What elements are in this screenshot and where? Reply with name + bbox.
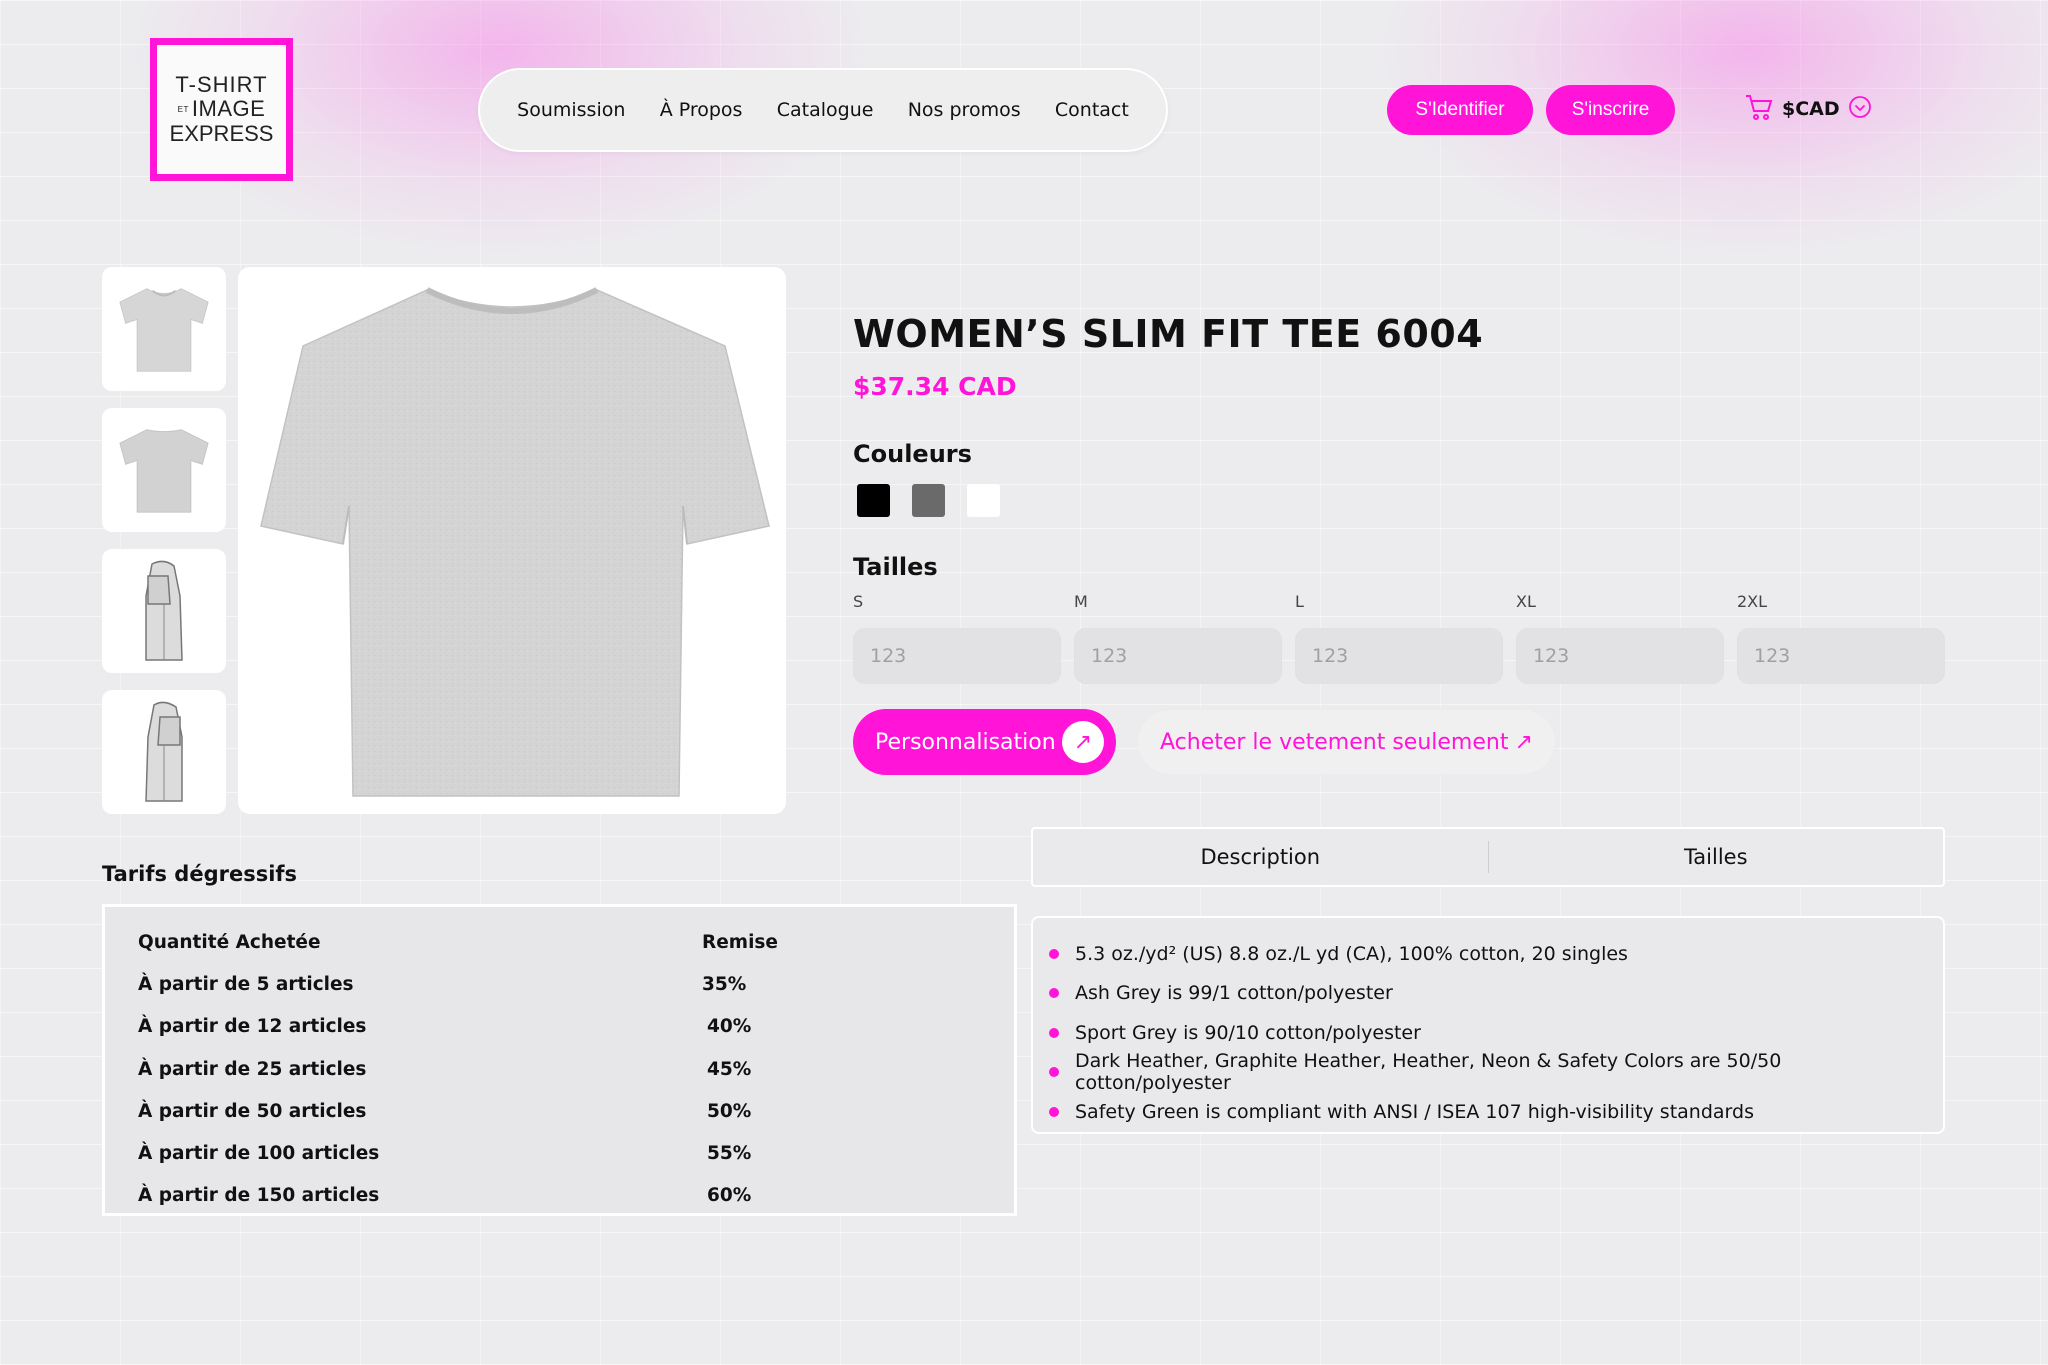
pricing-discount-cell: 55% [707,1143,752,1165]
thumbnail-side-right[interactable] [102,690,226,814]
pricing-quantity-cell: À partir de 150 articles [138,1185,380,1207]
description-text: Ash Grey is 99/1 cotton/polyester [1075,982,1393,1005]
description-panel: 5.3 oz./yd² (US) 8.8 oz./L yd (CA), 100%… [1031,916,1945,1134]
description-text: 5.3 oz./yd² (US) 8.8 oz./L yd (CA), 100%… [1075,942,1628,965]
bullet-dot-icon [1049,988,1059,999]
pricing-quantity-cell: À partir de 5 articles [138,973,354,995]
personalize-button-label: Personnalisation [875,729,1056,755]
tshirt-back-thumb-icon [119,429,209,513]
pricing-discount-cell: 50% [707,1100,752,1122]
table-row: À partir de 150 articles 60% [138,1175,1014,1217]
description-item: Sport Grey is 90/10 cotton/polyester [1049,1013,1927,1053]
description-item: Dark Heather, Graphite Heather, Heather,… [1049,1050,1927,1095]
nav-item-soumission[interactable]: Soumission [517,99,625,121]
logo-line-3: EXPRESS [169,120,274,146]
bullet-dot-icon [1049,1067,1059,1078]
description-item: Ash Grey is 99/1 cotton/polyester [1049,974,1927,1014]
nav-item-contact[interactable]: Contact [1055,99,1129,121]
pricing-title: Tarifs dégressifs [102,862,298,886]
arrow-up-right-icon: ↗ [1062,721,1104,763]
color-swatch-grey[interactable] [912,484,945,517]
login-button[interactable]: S'Identifier [1387,85,1533,135]
table-row: À partir de 12 articles 40% [138,1006,1014,1048]
size-field-s: S [853,592,1061,684]
pricing-quantity-cell: À partir de 12 articles [138,1016,367,1038]
size-label-s: S [853,592,864,611]
table-row: À partir de 100 articles 55% [138,1132,1014,1174]
tshirt-side-right-thumb-icon [145,701,183,802]
pricing-discount-cell: 60% [707,1185,752,1207]
description-text: Safety Green is compliant with ANSI / IS… [1075,1100,1754,1123]
size-quantity-input-2xl[interactable] [1737,628,1945,684]
size-quantity-input-xl[interactable] [1516,628,1724,684]
colors-label: Couleurs [853,440,972,468]
tshirt-side-thumb-icon [145,560,183,661]
buy-garment-only-label: Acheter le vetement seulement [1160,729,1509,755]
product-title: WOMEN’S SLIM FIT TEE 6004 [853,312,1484,356]
pricing-header-row: Quantité Achetée Remise [138,921,1014,963]
sizes-label: Tailles [853,553,938,581]
nav-item-catalogue[interactable]: Catalogue [777,99,874,121]
color-swatch-black[interactable] [857,484,890,517]
bullet-dot-icon [1049,1106,1059,1117]
product-main-image [238,267,786,814]
nav-item-nos-promos[interactable]: Nos promos [908,99,1021,121]
arrow-up-right-icon: ↗ [1514,729,1533,755]
size-field-l: L [1295,592,1503,684]
size-label-2xl: 2XL [1737,592,1768,611]
chevron-down-circle-icon[interactable] [1848,95,1872,123]
tab-description[interactable]: Description [1033,845,1488,869]
pricing-discount-cell: 40% [707,1016,752,1038]
pricing-quantity-cell: À partir de 25 articles [138,1058,367,1080]
description-list: 5.3 oz./yd² (US) 8.8 oz./L yd (CA), 100%… [1049,934,1927,1132]
pricing-quantity-cell: À partir de 100 articles [138,1143,380,1165]
table-row: À partir de 25 articles 45% [138,1048,1014,1090]
product-price: $37.34 CAD [853,372,1017,401]
description-text: Sport Grey is 90/10 cotton/polyester [1075,1021,1421,1044]
size-quantity-input-l[interactable] [1295,628,1503,684]
buy-garment-only-button[interactable]: Acheter le vetement seulement ↗ [1137,709,1556,775]
tab-sizes[interactable]: Tailles [1489,845,1944,869]
size-label-xl: XL [1516,592,1536,611]
main-nav: Soumission À Propos Catalogue Nos promos… [478,68,1168,152]
logo-line-2-small: ET [177,104,189,114]
size-label-l: L [1295,592,1304,611]
table-row: À partir de 5 articles 35% [138,963,1014,1005]
bullet-dot-icon [1049,1027,1059,1038]
pricing-discount-cell: 35% [702,973,747,995]
size-label-m: M [1074,592,1088,611]
tshirt-product-icon [260,286,770,797]
pricing-discount-cell: 45% [707,1058,752,1080]
nav-item-a-propos[interactable]: À Propos [660,99,743,121]
tshirt-front-thumb-icon [119,288,209,372]
site-logo[interactable]: T-SHIRT ET IMAGE EXPRESS [150,38,293,181]
size-field-2xl: 2XL [1737,592,1945,684]
signup-button[interactable]: S'inscrire [1546,85,1675,135]
logo-line-2: ET IMAGE [177,96,266,122]
pricing-header-quantity: Quantité Achetée [138,931,321,953]
cart-icon[interactable] [1744,92,1774,126]
pricing-table: Quantité Achetée Remise À partir de 5 ar… [102,904,1017,1216]
description-item: Safety Green is compliant with ANSI / IS… [1049,1092,1927,1132]
pricing-header-discount: Remise [702,931,778,953]
currency-label[interactable]: $CAD [1782,98,1840,120]
logo-line-2-text: IMAGE [191,96,266,122]
cart-currency-widget[interactable]: $CAD [1744,92,1872,126]
bullet-dot-icon [1049,948,1059,959]
table-row: À partir de 50 articles 50% [138,1090,1014,1132]
size-field-xl: XL [1516,592,1724,684]
color-swatch-white[interactable] [967,484,1000,517]
logo-line-1: T-SHIRT [175,71,268,97]
description-text: Dark Heather, Graphite Heather, Heather,… [1075,1050,1782,1095]
personalize-button[interactable]: Personnalisation ↗ [853,709,1116,775]
size-quantity-input-s[interactable] [853,628,1061,684]
thumbnail-back[interactable] [102,408,226,532]
size-quantity-input-m[interactable] [1074,628,1282,684]
description-item: 5.3 oz./yd² (US) 8.8 oz./L yd (CA), 100%… [1049,934,1927,974]
product-tabs: Description Tailles [1031,827,1945,887]
thumbnail-front[interactable] [102,267,226,391]
pricing-quantity-cell: À partir de 50 articles [138,1100,367,1122]
thumbnail-side-left[interactable] [102,549,226,673]
size-field-m: M [1074,592,1282,684]
